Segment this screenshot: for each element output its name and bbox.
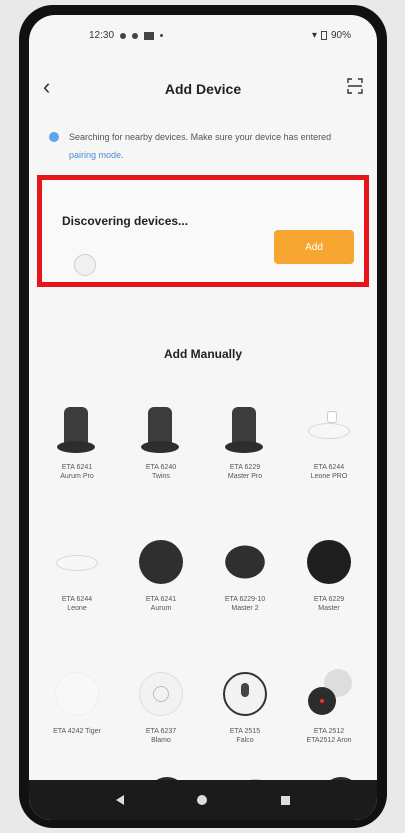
robot-dark-icon — [219, 537, 271, 587]
nav-recents-icon[interactable] — [281, 795, 291, 805]
discovering-card: Discovering devices... Add — [37, 175, 369, 287]
device-item[interactable]: ETA 2512 ETA2512 Aron — [287, 669, 371, 769]
device-name: ETA 6229 Master Pro — [227, 464, 263, 480]
add-button[interactable]: Add — [274, 230, 354, 264]
device-name: ETA 6244 Leone — [61, 596, 93, 612]
tower-dark-icon — [220, 405, 270, 455]
notification-icon — [132, 32, 139, 39]
device-item[interactable]: ETA 6237 Blamo — [119, 669, 203, 769]
device-item[interactable]: ETA 6229-10 Master 2 — [203, 537, 287, 637]
loading-spinner-icon — [74, 254, 96, 276]
page-title: Add Device — [164, 81, 242, 97]
notification-icon — [144, 31, 155, 40]
device-item[interactable]: ETA 6241 Aurum — [119, 537, 203, 637]
info-icon — [49, 132, 59, 142]
notification-icon — [120, 32, 127, 39]
robot-white-icon — [304, 405, 354, 455]
device-item[interactable]: ETA 6244 Leone — [35, 537, 119, 637]
search-hint: Searching for nearby devices. Make sure … — [49, 128, 357, 164]
wifi-icon: ▾ — [311, 30, 317, 41]
device-grid: ETA 6241 Aurum Pro ETA 6240 Twins ETA 62… — [35, 405, 371, 769]
status-time: 12:30 — [89, 30, 115, 41]
device-name: ETA 4242 Tiger — [53, 728, 101, 735]
discovering-title: Discovering devices... — [62, 214, 189, 228]
phone-frame: 12:30 ▾ 90% ‹ Add Device Searching for n… — [19, 5, 387, 828]
device-item[interactable]: ETA 6241 Aurum Pro — [35, 405, 119, 505]
robot-white-icon — [52, 669, 102, 719]
robot-white-icon — [52, 537, 102, 587]
scan-icon[interactable] — [347, 78, 363, 94]
device-name: ETA 6244 Leone PRO — [310, 464, 348, 480]
device-item[interactable]: ETA 6244 Leone PRO — [287, 405, 371, 505]
robot-dark-icon — [304, 537, 354, 587]
device-name: ETA 6229 Master — [313, 596, 345, 612]
hint-text: Searching for nearby devices. Make sure … — [69, 132, 332, 142]
device-name: ETA 2512 ETA2512 Aron — [306, 728, 352, 744]
robot-light-icon — [136, 669, 186, 719]
header: ‹ Add Device — [29, 75, 377, 105]
tower-dark-icon — [52, 405, 102, 455]
robot-dark-icon — [136, 537, 186, 587]
device-item[interactable]: ETA 6229 Master Pro — [203, 405, 287, 505]
nav-home-icon[interactable] — [197, 795, 208, 805]
device-item[interactable]: ETA 6229 Master — [287, 537, 371, 637]
device-item[interactable]: ETA 2515 Falco — [203, 669, 287, 769]
device-item[interactable]: ETA 4242 Tiger — [35, 669, 119, 769]
system-nav-bar — [29, 780, 377, 820]
device-name: ETA 2515 Falco — [229, 728, 261, 744]
robot-dark-icon — [304, 669, 354, 719]
tower-dark-icon — [136, 405, 186, 455]
nav-back-icon[interactable] — [115, 795, 124, 805]
device-name: ETA 6241 Aurum — [145, 596, 177, 612]
status-bar: 12:30 ▾ 90% — [29, 25, 377, 47]
app-screen: 12:30 ▾ 90% ‹ Add Device Searching for n… — [29, 15, 377, 820]
device-item[interactable]: ETA 6240 Twins — [119, 405, 203, 505]
add-manually-title: Add Manually — [163, 347, 242, 361]
hint-suffix: . — [121, 150, 124, 160]
device-name: ETA 6229-10 Master 2 — [224, 596, 266, 612]
battery-icon — [320, 31, 327, 40]
battery-level: 90% — [330, 30, 351, 41]
pairing-mode-link[interactable]: pairing mode — [69, 150, 121, 160]
notification-icon — [160, 34, 164, 37]
robot-light-icon — [220, 669, 270, 719]
device-name: ETA 6237 Blamo — [145, 728, 177, 744]
device-name: ETA 6241 Aurum Pro — [60, 464, 94, 480]
device-name: ETA 6240 Twins — [145, 464, 177, 480]
